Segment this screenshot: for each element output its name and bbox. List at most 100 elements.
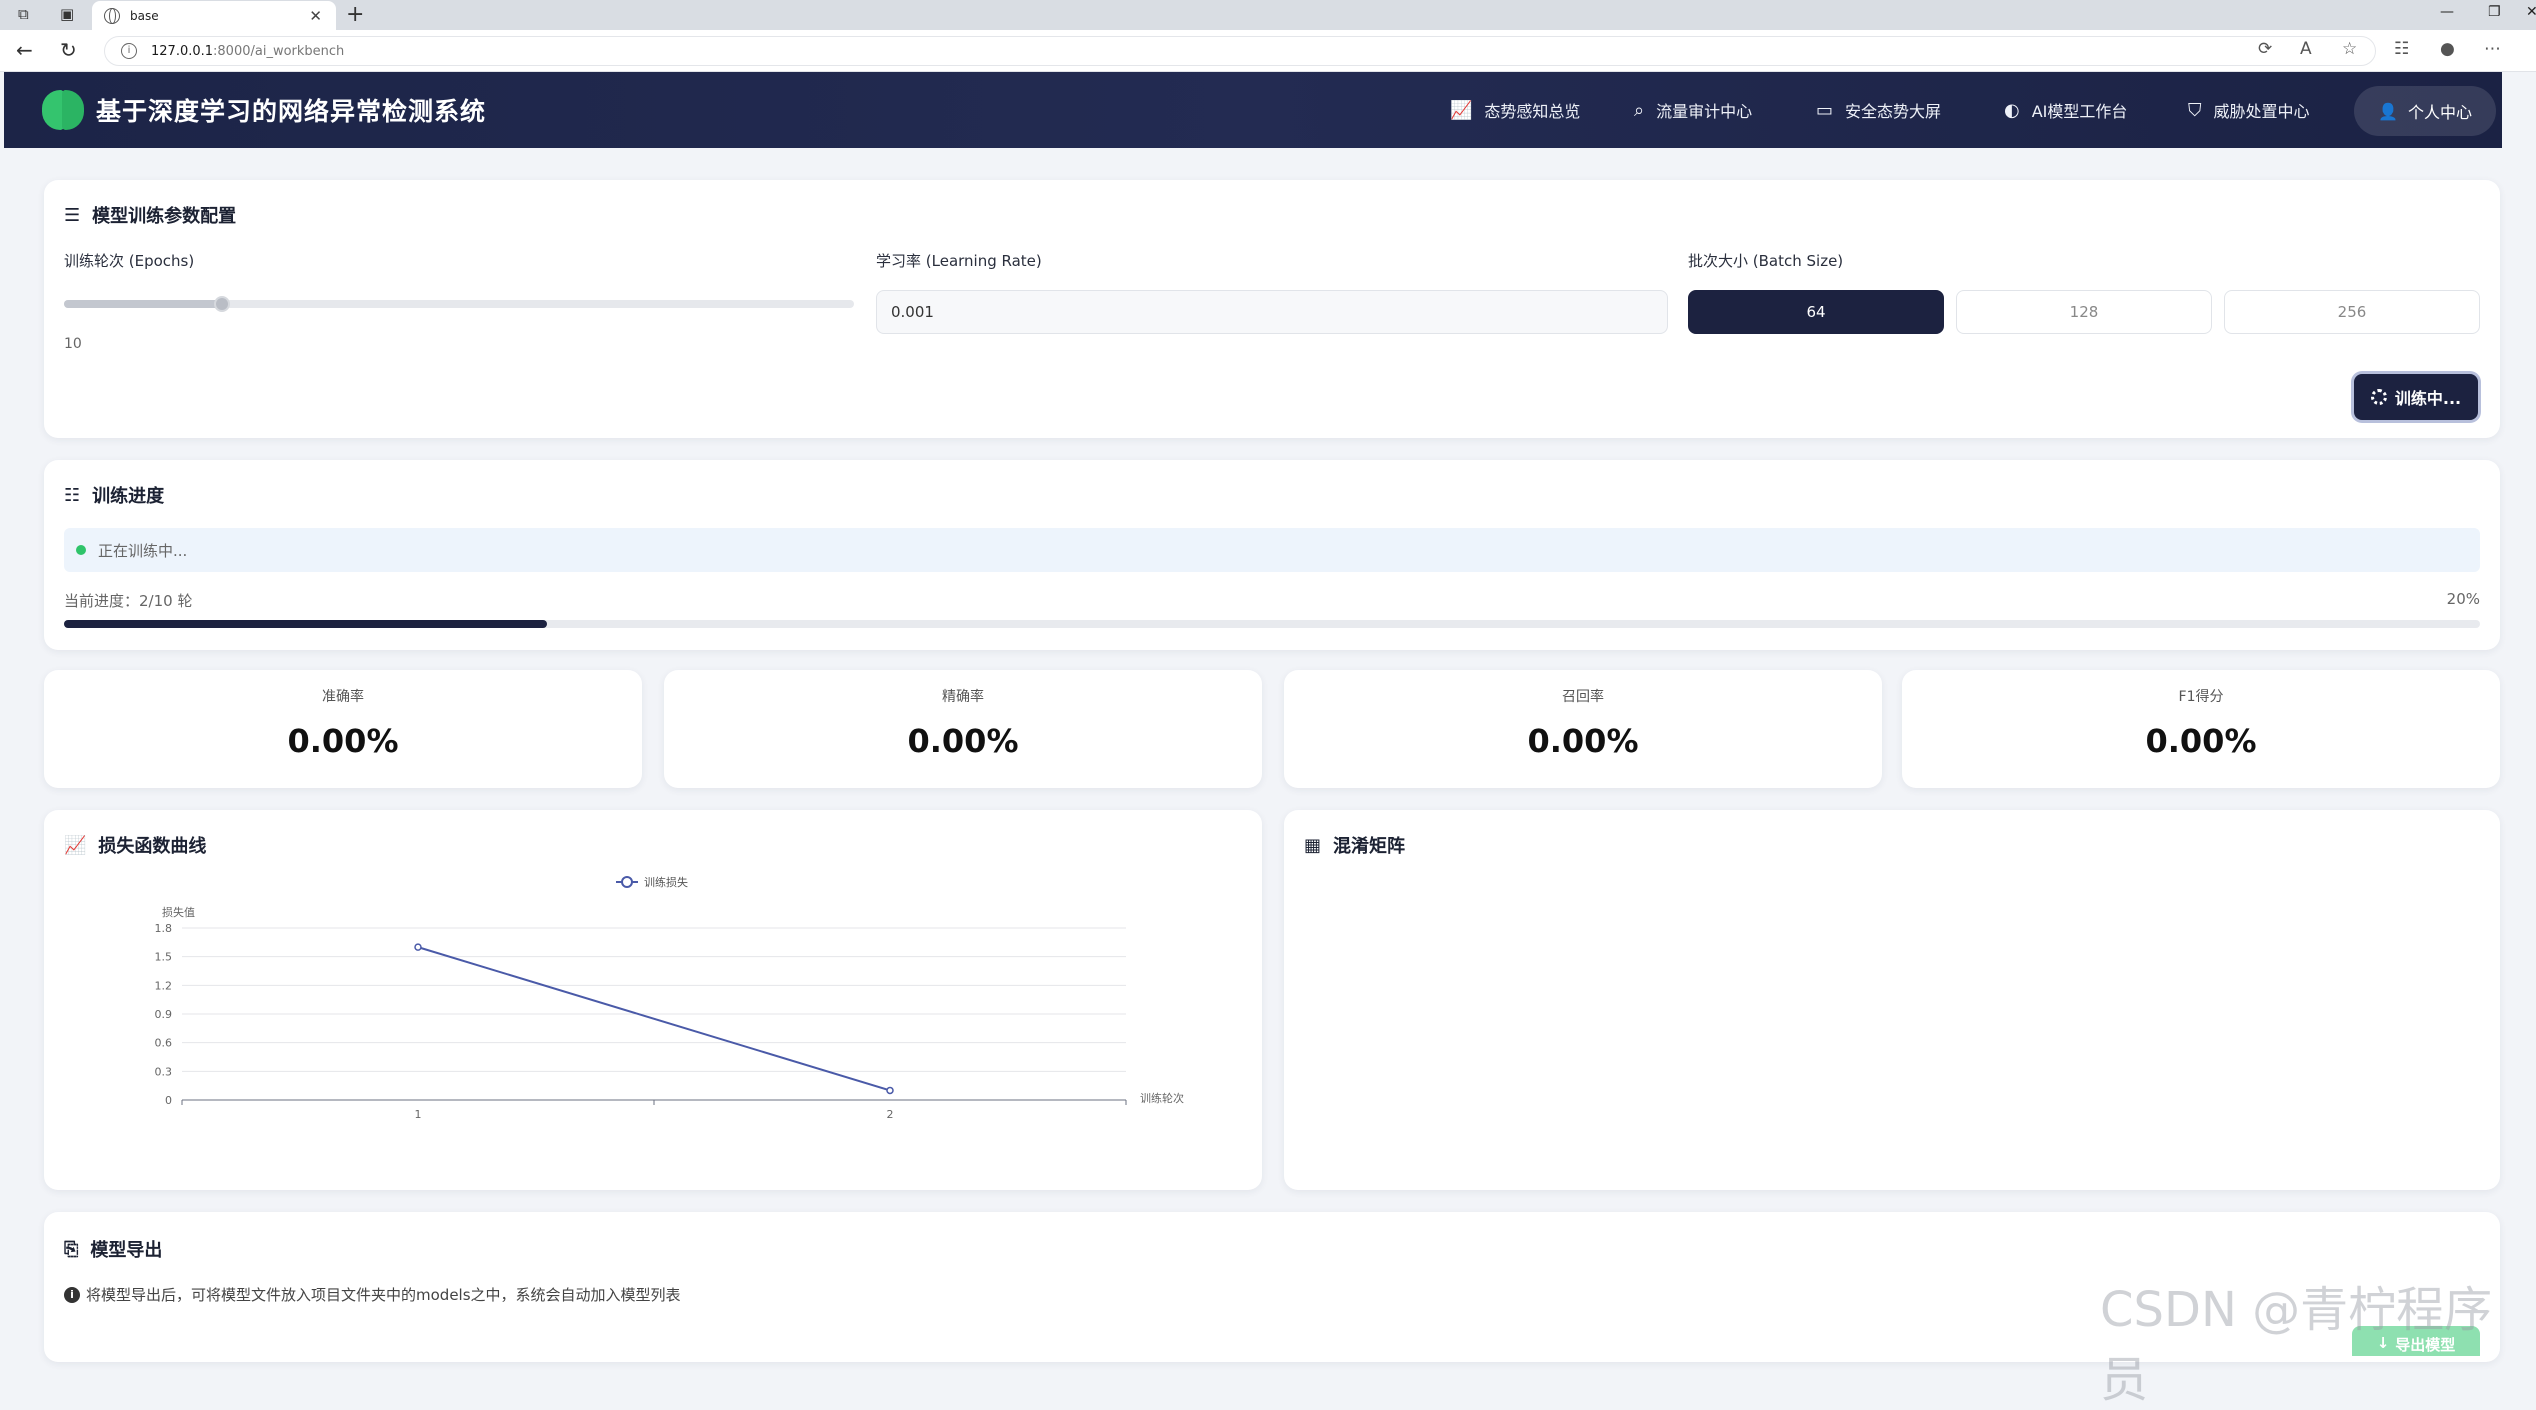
learning-rate-input[interactable]: 0.001 xyxy=(876,290,1668,334)
brain-icon: ◐ xyxy=(2004,99,2020,121)
tasks-icon: ☷ xyxy=(64,484,81,506)
file-export-icon: ⎘ xyxy=(64,1238,79,1260)
y-tick-label: 0.3 xyxy=(155,1065,173,1078)
status-dot-icon xyxy=(76,545,86,555)
url-host: 127.0.0.1 xyxy=(151,43,214,59)
training-config-card: ☰ 模型训练参数配置 训练轮次 (Epochs) 10 学习率 (Learnin… xyxy=(44,180,2500,438)
batch-size-label: 批次大小 (Batch Size) xyxy=(1688,252,1844,270)
batch-size-option-128[interactable]: 128 xyxy=(1956,290,2212,334)
refresh-icon[interactable]: ↻ xyxy=(60,38,77,62)
train-button-label: 训练中... xyxy=(2394,389,2462,408)
app-header: 基于深度学习的网络异常检测系统 📈 态势感知总览 ⌕ 流量审计中心 ▭ 安全态势… xyxy=(4,72,2502,148)
loss-data-point xyxy=(886,1086,894,1095)
epochs-slider[interactable] xyxy=(64,296,854,312)
y-tick-label: 0.9 xyxy=(155,1008,173,1021)
brand[interactable]: 基于深度学习的网络异常检测系统 xyxy=(42,90,486,130)
y-tick-label: 1.2 xyxy=(155,979,173,992)
epochs-value: 10 xyxy=(64,336,82,352)
url-field[interactable]: i 127.0.0.1:8000/ai_workbench xyxy=(104,36,2376,66)
workspaces-icon[interactable]: ⧉ xyxy=(18,5,29,23)
export-title-text: 模型导出 xyxy=(90,1240,163,1261)
progress-bar-fill xyxy=(64,620,548,628)
nav-item-security-screen[interactable]: ▭ 安全态势大屏 xyxy=(1816,98,1941,122)
site-info-icon[interactable]: i xyxy=(121,43,137,59)
favorite-star-icon[interactable]: ☆ xyxy=(2342,39,2357,59)
y-tick-label: 1.5 xyxy=(155,951,173,964)
monitor-icon: ▭ xyxy=(1816,99,1834,121)
metric-label: 精确率 xyxy=(942,689,984,705)
export-note-text: 将模型导出后，可将模型文件放入项目文件夹中的models之中，系统会自动加入模型… xyxy=(86,1286,681,1304)
address-bar-row: ← ↻ i 127.0.0.1:8000/ai_workbench ⟳ A ☆ … xyxy=(0,30,2536,72)
user-center-label: 个人中心 xyxy=(2407,103,2472,122)
close-tab-icon[interactable]: ✕ xyxy=(309,7,322,25)
read-aloud-icon[interactable]: A xyxy=(2300,39,2312,59)
metric-value: 0.00% xyxy=(2145,722,2257,760)
sliders-icon: ☰ xyxy=(64,204,81,226)
brain-logo-icon xyxy=(42,90,84,130)
restore-icon[interactable]: ❐ xyxy=(2488,4,2501,20)
learning-rate-value: 0.001 xyxy=(891,303,934,321)
minimize-icon[interactable]: — xyxy=(2440,4,2454,20)
tab-actions-icon[interactable]: ▣ xyxy=(60,5,74,23)
nav-item-overview[interactable]: 📈 态势感知总览 xyxy=(1450,98,1580,122)
new-tab-icon[interactable]: + xyxy=(346,2,364,27)
nav-item-threat-response[interactable]: ⛉ 威胁处置中心 xyxy=(2188,98,2310,122)
profile-icon[interactable]: ● xyxy=(2440,39,2455,59)
shield-icon: ⛉ xyxy=(2188,99,2202,121)
nav-item-ai-workbench[interactable]: ◐ AI模型工作台 xyxy=(2004,98,2127,122)
loss-chart-card: 📈 损失函数曲线 0 0.3 0.6 0.9 1.2 1.5 1.8 1 2 损失值 训练轮次 训练损… xyxy=(44,810,1262,1190)
metric-card-f1: F1得分 0.00% xyxy=(1902,670,2500,788)
nav-label: AI模型工作台 xyxy=(2031,102,2128,121)
grid-icon: ▦ xyxy=(1304,834,1322,856)
batch-option-label: 256 xyxy=(2337,303,2367,321)
chart-line-icon: 📈 xyxy=(1450,99,1473,121)
progress-percent: 20% xyxy=(2446,590,2480,608)
metric-value: 0.00% xyxy=(907,722,1019,760)
epochs-label: 训练轮次 (Epochs) xyxy=(64,252,195,270)
train-button[interactable]: 训练中... xyxy=(2354,374,2478,420)
info-circle-icon: i xyxy=(64,1286,80,1303)
export-title: ⎘ 模型导出 xyxy=(64,1236,162,1262)
translate-icon[interactable]: ⟳ xyxy=(2258,39,2272,59)
confusion-title-text: 混淆矩阵 xyxy=(1333,836,1406,857)
x-tick-label: 2 xyxy=(887,1108,894,1121)
batch-size-option-256[interactable]: 256 xyxy=(2224,290,2480,334)
progress-title: ☷ 训练进度 xyxy=(64,482,164,508)
nav-label: 态势感知总览 xyxy=(1484,102,1581,121)
status-text: 正在训练中... xyxy=(98,541,188,560)
loss-series-line xyxy=(417,946,891,1092)
epochs-slider-fill xyxy=(64,300,222,308)
nav-label: 安全态势大屏 xyxy=(1845,102,1942,121)
training-status: 正在训练中... xyxy=(64,528,2480,572)
search-icon: ⌕ xyxy=(1634,99,1645,121)
batch-size-option-64[interactable]: 64 xyxy=(1688,290,1944,334)
window-close-icon[interactable]: ✕ xyxy=(2526,4,2536,20)
metric-card-accuracy: 准确率 0.00% xyxy=(44,670,642,788)
url-path: :8000/ai_workbench xyxy=(213,43,345,59)
y-tick-label: 0.6 xyxy=(155,1037,173,1050)
nav-label: 威胁处置中心 xyxy=(2213,102,2310,121)
app-title: 基于深度学习的网络异常检测系统 xyxy=(96,97,487,126)
metric-label: 准确率 xyxy=(322,689,364,705)
back-icon[interactable]: ← xyxy=(16,38,33,62)
metric-value: 0.00% xyxy=(1527,722,1639,760)
x-tick-label: 1 xyxy=(415,1108,422,1121)
progress-bar xyxy=(64,620,2480,628)
x-axis-label: 训练轮次 xyxy=(1140,1091,1184,1105)
more-icon[interactable]: ⋯ xyxy=(2484,39,2501,59)
metric-value: 0.00% xyxy=(287,722,399,760)
user-center-button[interactable]: 👤 个人中心 xyxy=(2354,86,2496,136)
epochs-slider-thumb[interactable] xyxy=(214,296,230,312)
favorites-icon[interactable]: ☷ xyxy=(2394,39,2409,59)
config-title-text: 模型训练参数配置 xyxy=(92,206,237,227)
y-axis-label: 损失值 xyxy=(162,905,195,919)
user-cog-icon: 👤 xyxy=(2378,101,2398,121)
loss-chart: 0 0.3 0.6 0.9 1.2 1.5 1.8 1 2 损失值训练轮次 训练损失 xyxy=(155,875,1185,1121)
spinner-icon xyxy=(2370,389,2387,405)
loss-data-point xyxy=(414,943,422,951)
metric-card-precision: 精确率 0.00% xyxy=(664,670,1262,788)
browser-tab[interactable]: base ✕ xyxy=(92,1,336,30)
confusion-title: ▦ 混淆矩阵 xyxy=(1304,832,1405,858)
metric-card-recall: 召回率 0.00% xyxy=(1284,670,1882,788)
nav-item-traffic-audit[interactable]: ⌕ 流量审计中心 xyxy=(1634,98,1752,122)
